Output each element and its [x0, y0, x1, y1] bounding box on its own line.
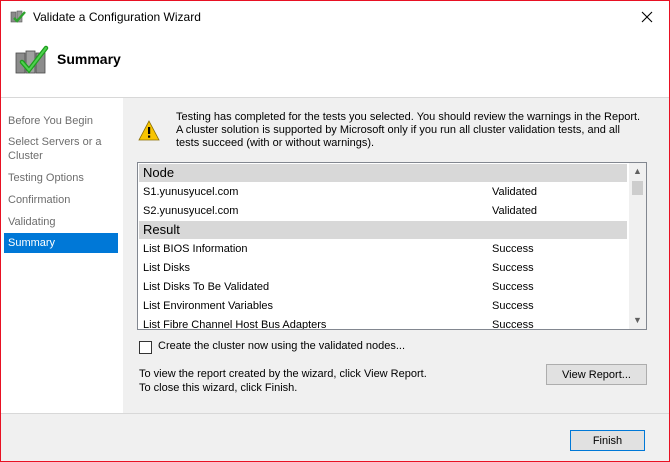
- row-status: Validated: [492, 205, 538, 217]
- create-cluster-label[interactable]: Create the cluster now using the validat…: [158, 340, 405, 352]
- summary-message: Testing has completed for the tests you …: [176, 111, 641, 149]
- group-header-node: Node: [139, 164, 627, 182]
- page-header: Summary: [1, 33, 669, 97]
- list-item[interactable]: List Environment Variables Success: [139, 297, 627, 316]
- row-status: Success: [492, 281, 534, 293]
- list-item[interactable]: List Fibre Channel Host Bus Adapters Suc…: [139, 316, 627, 329]
- warning-icon: [138, 120, 160, 142]
- wizard-window: Validate a Configuration Wizard Summary …: [0, 0, 670, 462]
- row-name: List Fibre Channel Host Bus Adapters: [143, 319, 327, 329]
- row-name: List Disks: [143, 262, 191, 274]
- scroll-up-icon[interactable]: ▲: [629, 163, 646, 180]
- nav-item-confirmation[interactable]: Confirmation: [4, 193, 118, 207]
- row-name: S2.yunusyucel.com: [143, 205, 239, 217]
- close-icon[interactable]: [639, 9, 655, 25]
- finish-button[interactable]: Finish: [570, 430, 645, 451]
- row-status: Success: [492, 300, 534, 312]
- row-status: Validated: [492, 186, 538, 198]
- scroll-down-icon[interactable]: ▼: [629, 312, 646, 329]
- nav-item-testing-options[interactable]: Testing Options: [4, 171, 118, 185]
- results-listbox[interactable]: Node S1.yunusyucel.com Validated S2.yunu…: [137, 162, 647, 330]
- nav-item-summary[interactable]: Summary: [4, 233, 118, 253]
- view-report-button[interactable]: View Report...: [546, 364, 647, 385]
- list-item[interactable]: S1.yunusyucel.com Validated: [139, 183, 627, 202]
- wizard-steps-nav: Before You Begin Select Servers or a Clu…: [1, 98, 123, 461]
- nav-item-select-servers[interactable]: Select Servers or a Cluster: [4, 135, 114, 163]
- view-report-hint: To view the report created by the wizard…: [139, 368, 427, 380]
- wizard-footer: [1, 414, 669, 461]
- nav-item-validating[interactable]: Validating: [4, 215, 118, 229]
- window-title: Validate a Configuration Wizard: [33, 10, 201, 24]
- row-name: List Environment Variables: [143, 300, 274, 312]
- row-name: S1.yunusyucel.com: [143, 186, 239, 198]
- group-header-result: Result: [139, 221, 627, 239]
- row-status: Success: [492, 243, 534, 255]
- row-name: List Disks To Be Validated: [143, 281, 270, 293]
- results-list: Node S1.yunusyucel.com Validated S2.yunu…: [138, 163, 628, 329]
- list-item[interactable]: List Disks Success: [139, 259, 627, 278]
- summary-panel: Testing has completed for the tests you …: [123, 98, 669, 413]
- wizard-header-icon: [13, 43, 49, 79]
- page-title: Summary: [57, 51, 121, 67]
- title-bar[interactable]: Validate a Configuration Wizard: [1, 1, 669, 33]
- row-status: Success: [492, 319, 534, 329]
- vertical-scrollbar[interactable]: ▲ ▼: [629, 163, 646, 329]
- list-item[interactable]: List Disks To Be Validated Success: [139, 278, 627, 297]
- wizard-icon: [10, 9, 26, 25]
- row-status: Success: [492, 262, 534, 274]
- list-item[interactable]: List BIOS Information Success: [139, 240, 627, 259]
- list-item[interactable]: S2.yunusyucel.com Validated: [139, 202, 627, 221]
- row-name: List BIOS Information: [143, 243, 248, 255]
- create-cluster-checkbox[interactable]: [139, 341, 152, 354]
- scrollbar-thumb[interactable]: [632, 181, 643, 195]
- nav-item-before-you-begin[interactable]: Before You Begin: [4, 114, 118, 128]
- finish-hint: To close this wizard, click Finish.: [139, 382, 298, 394]
